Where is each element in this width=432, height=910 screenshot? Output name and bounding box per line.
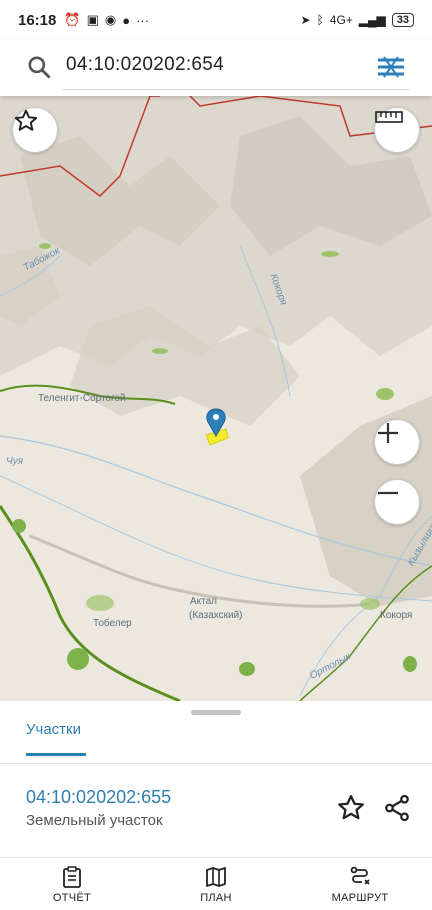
map-label-aktal-sub: (Казахский) (189, 610, 243, 621)
parcel-type: Земельный участок (26, 812, 163, 829)
map-label-tobeler: Тобелер (93, 618, 132, 629)
bottom-navigation: ОТЧЁТ ПЛАН МАРШРУТ (0, 857, 432, 910)
sheet-drag-handle[interactable] (191, 710, 241, 715)
nav-report[interactable]: ОТЧЁТ (17, 858, 127, 910)
favorite-map-button[interactable] (12, 107, 58, 153)
clipboard-icon (63, 866, 81, 888)
location-icon: ➤ (300, 13, 311, 27)
status-time: 16:18 (18, 11, 57, 29)
map-label-kokorya: Кокоря (380, 610, 413, 621)
parcel-number[interactable]: 04:10:020202:655 (26, 787, 171, 808)
share-icon[interactable] (382, 793, 412, 823)
zoom-out-button[interactable] (374, 479, 420, 525)
search-icon[interactable] (26, 54, 52, 80)
plus-icon (378, 423, 398, 443)
minus-icon (378, 491, 398, 495)
ruler-button[interactable] (374, 107, 420, 153)
nav-plan[interactable]: ПЛАН (161, 858, 271, 910)
notification-icons: ⏰ ▣ ◉ ● ··· (64, 12, 149, 28)
network-label: 4G+ (329, 13, 353, 27)
status-right: ➤ ᛒ 4G+ ▂▄▆ 33 (300, 13, 414, 27)
sheet-divider (0, 763, 432, 764)
search-input[interactable]: 04:10:020202:654 (66, 54, 224, 76)
parcel-favorite-star-icon[interactable] (336, 793, 366, 823)
map-icon (206, 867, 226, 887)
map-label-telengit: Теленгит-Сортогой (38, 393, 126, 404)
bottom-sheet: Участки 04:10:020202:655 Земельный участ… (0, 701, 432, 857)
signal-icon: ▂▄▆ (358, 13, 386, 27)
chat-icon: ● (122, 12, 131, 28)
star-icon (14, 109, 38, 131)
app-screen: 16:18 ⏰ ▣ ◉ ● ··· ➤ ᛒ 4G+ ▂▄▆ 33 04:10:0… (0, 0, 432, 910)
search-bar[interactable]: 04:10:020202:654 (0, 40, 432, 96)
menu-icon[interactable] (376, 54, 406, 80)
map-label-aktal: Актал (190, 596, 218, 607)
bluetooth-icon: ᛒ (316, 13, 324, 27)
status-bar: 16:18 ⏰ ▣ ◉ ● ··· ➤ ᛒ 4G+ ▂▄▆ 33 (0, 0, 432, 40)
app-icon: ▣ (86, 12, 99, 27)
map-view[interactable]: Табожок Кокоря Теленгит-Сортогой Чуя Кыз… (0, 96, 432, 701)
whatsapp-icon: ◉ (104, 12, 117, 27)
alarm-icon: ⏰ (64, 12, 81, 27)
battery-indicator: 33 (391, 13, 414, 27)
tab-indicator (26, 753, 86, 756)
tab-parcels[interactable]: Участки (26, 721, 81, 738)
map-label-chuya: Чуя (6, 456, 24, 467)
ruler-icon (375, 111, 403, 123)
route-icon (350, 866, 370, 885)
nav-route-label: МАРШРУТ (331, 892, 389, 904)
more-icon: ··· (136, 12, 150, 28)
nav-plan-label: ПЛАН (200, 892, 232, 904)
search-underline (62, 89, 410, 90)
nav-report-label: ОТЧЁТ (52, 892, 92, 904)
zoom-in-button[interactable] (374, 419, 420, 465)
nav-route[interactable]: МАРШРУТ (305, 858, 415, 910)
